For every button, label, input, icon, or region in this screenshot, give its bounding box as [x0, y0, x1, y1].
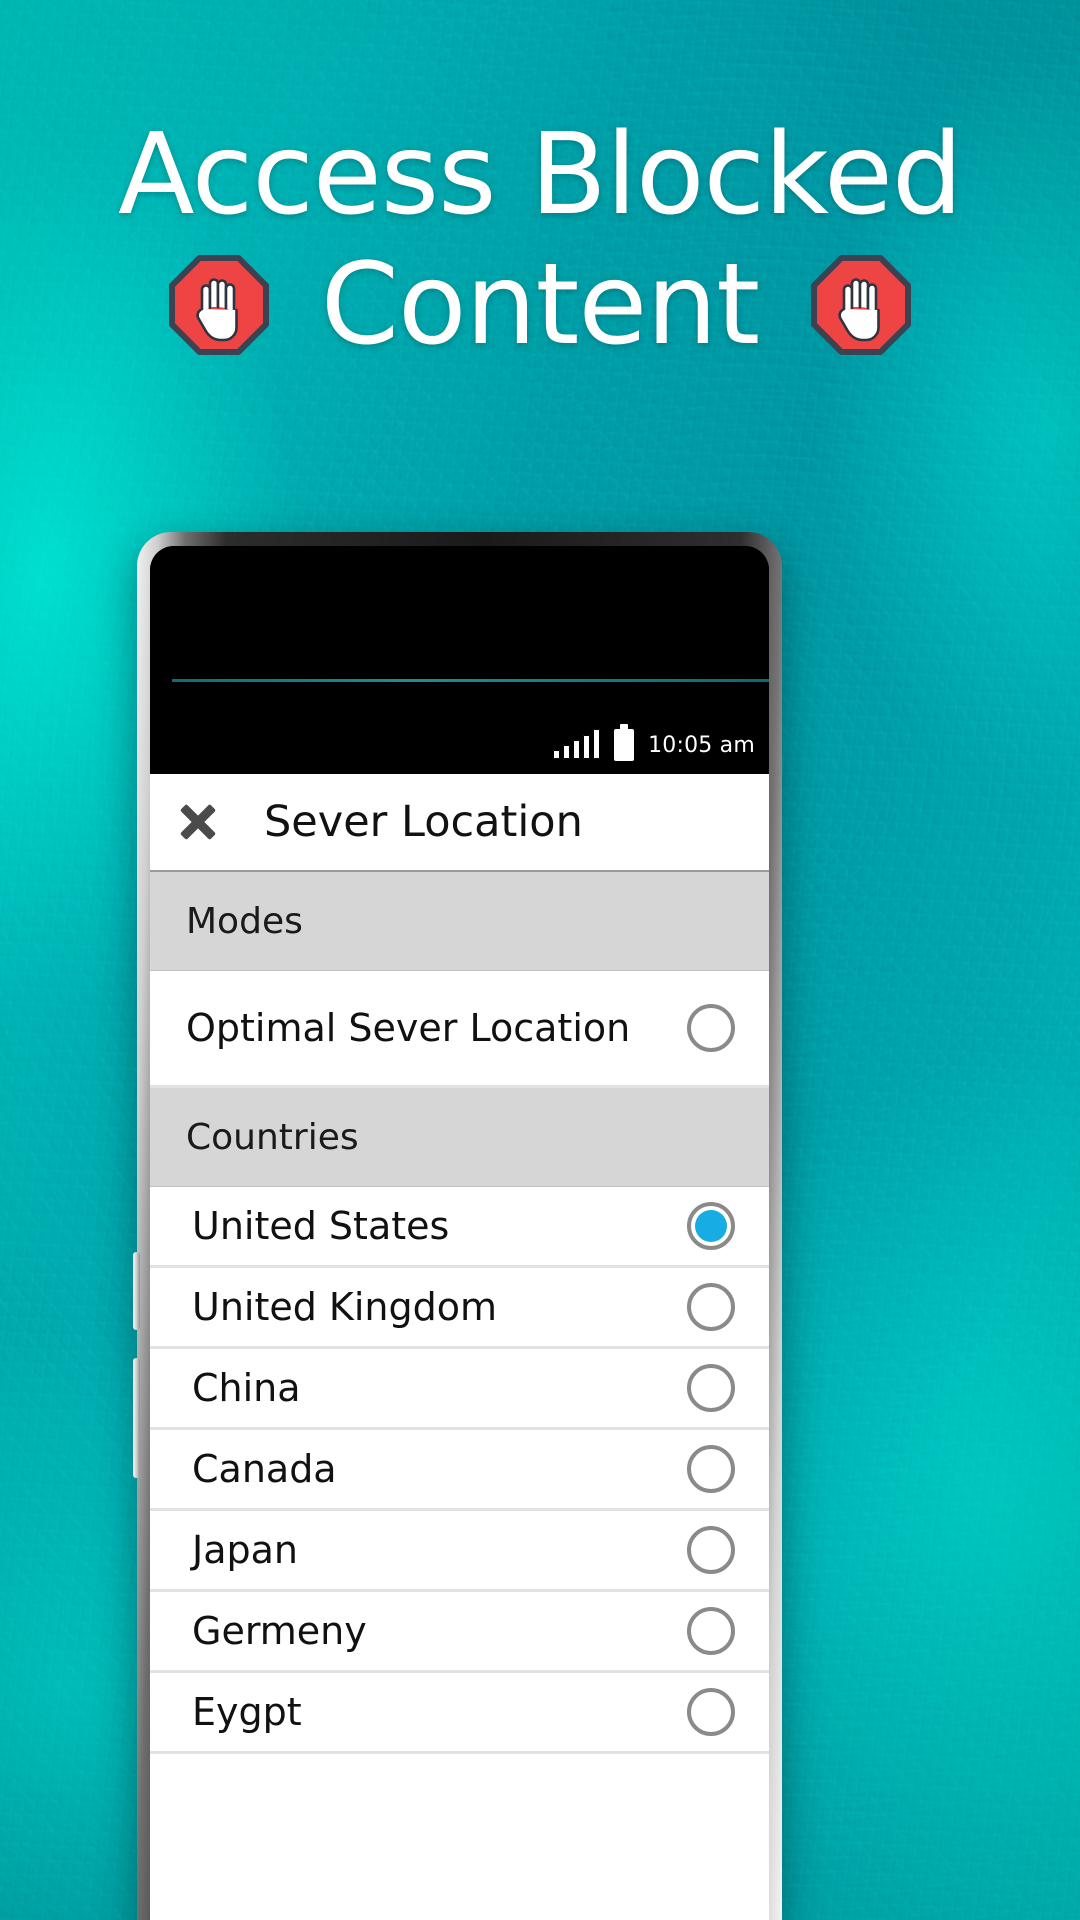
radio-button[interactable]	[687, 1445, 735, 1493]
volume-down-button[interactable]	[133, 1358, 140, 1478]
screen-content: 10:05 am Sever Location Modes Optimal Se…	[150, 546, 769, 1920]
status-bar-clock: 10:05 am	[648, 732, 755, 758]
list-item[interactable]: China	[150, 1349, 769, 1430]
screen-divider-line	[172, 679, 769, 682]
list-item[interactable]: Germeny	[150, 1592, 769, 1673]
list-item-label: Eygpt	[192, 1690, 302, 1734]
page-title: Sever Location	[264, 797, 583, 847]
close-x-icon[interactable]	[176, 800, 220, 844]
list-item[interactable]: Canada	[150, 1430, 769, 1511]
list-item[interactable]: United Kingdom	[150, 1268, 769, 1349]
list-item-label: United Kingdom	[192, 1285, 498, 1329]
stop-hand-icon	[811, 255, 912, 356]
radio-button[interactable]	[687, 1283, 735, 1331]
list-item-label: China	[192, 1366, 301, 1410]
list-item[interactable]: Japan	[150, 1511, 769, 1592]
radio-button[interactable]	[687, 1202, 735, 1250]
radio-button[interactable]	[687, 1364, 735, 1412]
list-item-label: Germeny	[192, 1609, 367, 1653]
status-bar: 10:05 am	[150, 716, 769, 774]
list-item-label: United States	[192, 1204, 450, 1248]
app-bar: Sever Location	[150, 774, 769, 872]
list-item[interactable]: Eygpt	[150, 1673, 769, 1754]
headline-line-2-wrap: Content	[0, 248, 1080, 362]
app-container: Sever Location Modes Optimal Sever Locat…	[150, 774, 769, 1920]
stop-hand-icon	[168, 255, 269, 356]
volume-up-button[interactable]	[133, 1252, 140, 1330]
radio-button[interactable]	[687, 1607, 735, 1655]
headline-line-1: Access Blocked	[118, 110, 963, 240]
radio-button[interactable]	[687, 1526, 735, 1574]
list-item[interactable]: United States	[150, 1187, 769, 1268]
list-item-label: Canada	[192, 1447, 337, 1491]
phone-screen: 10:05 am Sever Location Modes Optimal Se…	[150, 546, 769, 1920]
radio-button[interactable]	[687, 1004, 735, 1052]
headline-line-2-text: Content	[320, 240, 760, 371]
list-item-label: Japan	[192, 1528, 298, 1572]
signal-bars-icon	[553, 729, 601, 759]
list-item[interactable]: Optimal Sever Location	[150, 971, 769, 1088]
list-item-label: Optimal Sever Location	[186, 1006, 631, 1050]
phone-mockup: 10:05 am Sever Location Modes Optimal Se…	[133, 532, 782, 1920]
battery-full-icon	[614, 724, 635, 761]
radio-button[interactable]	[687, 1688, 735, 1736]
section-header-modes: Modes	[150, 872, 769, 971]
promo-headline: Access Blocked Content	[0, 110, 1080, 363]
section-header-countries: Countries	[150, 1088, 769, 1187]
